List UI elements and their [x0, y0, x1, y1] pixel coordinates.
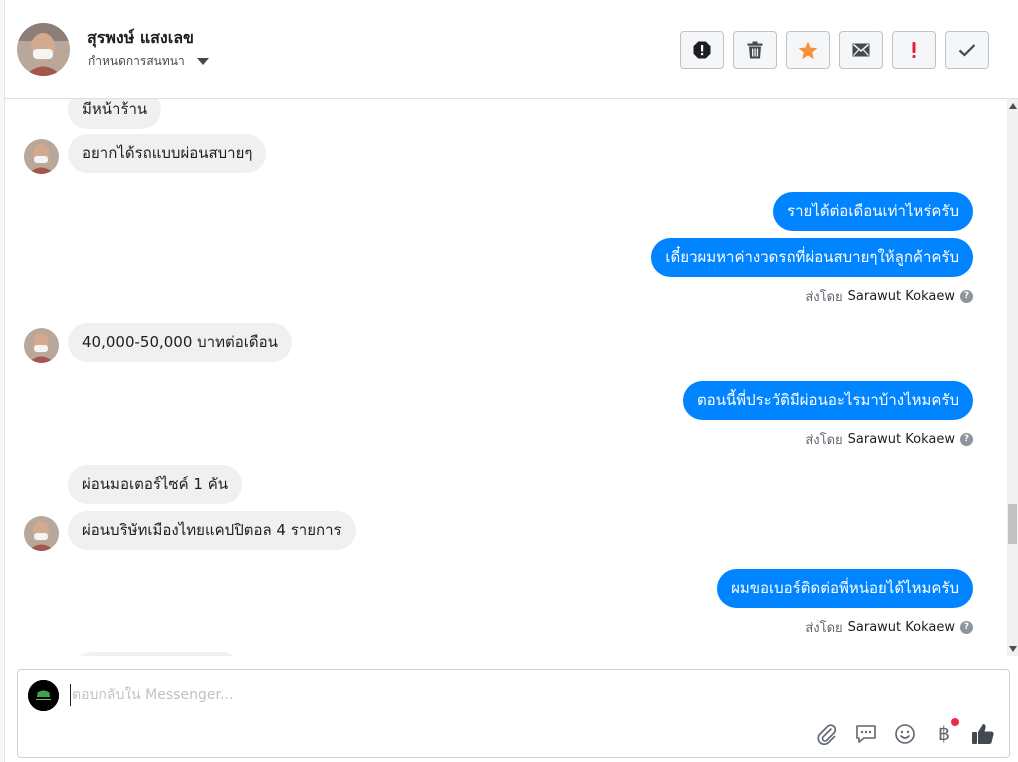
sent-by-label: ส่งโดย Sarawut Kokaew ? — [805, 617, 973, 638]
check-icon — [958, 44, 976, 57]
scroll-down-arrow-icon[interactable] — [1009, 646, 1017, 652]
conversation-toolbar — [680, 31, 989, 69]
outgoing-message[interactable]: รายได้ต่อเดือนเท่าไหร่ครับ — [773, 192, 973, 231]
sent-by-prefix: ส่งโดย — [805, 290, 843, 305]
mark-unread-button[interactable] — [839, 31, 883, 69]
payment-button[interactable]: ฿ — [932, 718, 959, 746]
contact-avatar-small[interactable] — [24, 328, 59, 363]
envelope-icon — [852, 43, 870, 57]
caret-down-icon — [196, 58, 209, 65]
alert-octagon-icon — [693, 41, 711, 59]
delete-button[interactable] — [733, 31, 777, 69]
incoming-message[interactable]: อยากได้รถแบบผ่อนสบายๆ — [68, 134, 267, 173]
sent-by-agent: Sarawut Kokaew — [847, 289, 955, 304]
question-icon[interactable]: ? — [960, 621, 973, 634]
scroll-up-arrow-icon[interactable] — [1009, 103, 1017, 109]
contact-name: สุรพงษ์ แสงเลข — [87, 28, 194, 47]
exclamation-icon — [912, 42, 916, 58]
outgoing-message[interactable]: เดี๋ยวผมหาค่างวดรถที่ผ่อนสบายๆให้ลูกค้าค… — [651, 238, 973, 277]
incoming-message-partial[interactable] — [73, 652, 241, 656]
messenger-conversation-panel: สุรพงษ์ แสงเลข กำหนดการสนทนา มีหน้าร้าน … — [0, 0, 1018, 762]
sent-by-prefix: ส่งโดย — [805, 621, 843, 636]
page-avatar — [28, 680, 59, 711]
sent-by-label: ส่งโดย Sarawut Kokaew ? — [805, 429, 973, 450]
question-icon[interactable]: ? — [960, 290, 973, 303]
assign-conversation-dropdown[interactable]: กำหนดการสนทนา — [88, 52, 209, 71]
baht-icon: ฿ — [937, 723, 951, 745]
smiley-icon — [895, 724, 915, 744]
thumbs-up-icon — [972, 724, 994, 744]
reply-composer: ฿ — [17, 669, 1010, 758]
mark-done-button[interactable] — [945, 31, 989, 69]
saved-replies-button[interactable] — [854, 722, 878, 746]
emoji-button[interactable] — [893, 722, 917, 746]
contact-avatar[interactable] — [17, 23, 70, 76]
speech-bubble-icon — [856, 725, 876, 743]
outgoing-message[interactable]: ตอนนี้พี่ประวัติมีผ่อนอะไรมาบ้างไหมครับ — [682, 381, 973, 420]
like-button[interactable] — [971, 722, 995, 746]
contact-avatar-small[interactable] — [24, 516, 59, 551]
thread-scrollbar[interactable] — [1007, 99, 1018, 656]
message-thread[interactable]: มีหน้าร้าน อยากได้รถแบบผ่อนสบายๆ รายได้ต… — [5, 99, 1007, 656]
outgoing-message[interactable]: ผมขอเบอร์ติดต่อพี่หน่อยได้ไหมครับ — [717, 569, 973, 608]
incoming-message[interactable]: มีหน้าร้าน — [68, 99, 162, 129]
question-icon[interactable]: ? — [960, 433, 973, 446]
conversation-header: สุรพงษ์ แสงเลข กำหนดการสนทนา — [5, 0, 1018, 99]
incoming-message[interactable]: ผ่อนมอเตอร์ไซค์ 1 คัน — [68, 465, 243, 504]
assign-conversation-label: กำหนดการสนทนา — [88, 54, 185, 68]
spam-button[interactable] — [680, 31, 724, 69]
star-icon — [798, 41, 818, 59]
paperclip-icon — [817, 724, 837, 745]
attach-button[interactable] — [815, 722, 839, 746]
composer-toolbar: ฿ — [815, 718, 995, 746]
sent-by-prefix: ส่งโดย — [805, 433, 843, 448]
notification-dot — [951, 718, 959, 726]
follow-up-button[interactable] — [892, 31, 936, 69]
sent-by-agent: Sarawut Kokaew — [847, 620, 955, 635]
scroll-thumb[interactable] — [1008, 504, 1017, 544]
incoming-message[interactable]: ผ่อนบริษัทเมืองไทยแคปปิตอล 4 รายการ — [68, 511, 356, 550]
contact-avatar-small[interactable] — [24, 139, 59, 174]
reply-input[interactable] — [70, 684, 770, 706]
sent-by-label: ส่งโดย Sarawut Kokaew ? — [805, 286, 973, 307]
incoming-message[interactable]: 40,000-50,000 บาทต่อเดือน — [68, 323, 292, 362]
trash-icon — [747, 41, 763, 59]
star-button[interactable] — [786, 31, 830, 69]
sent-by-agent: Sarawut Kokaew — [847, 432, 955, 447]
